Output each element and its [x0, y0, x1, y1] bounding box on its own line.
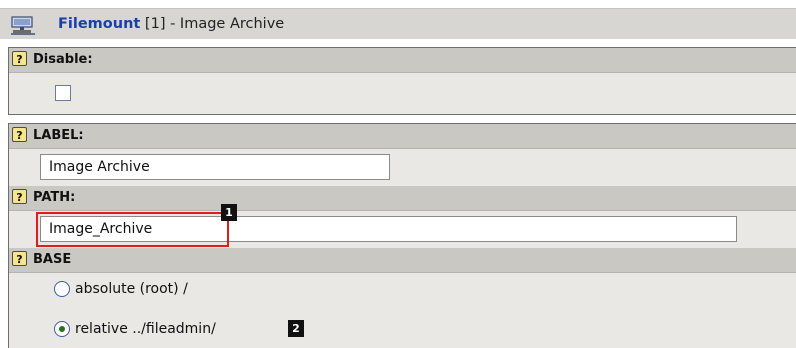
help-icon[interactable]: ?	[12, 251, 27, 266]
marker-2: 2	[288, 320, 304, 337]
record-type-link[interactable]: Filemount	[58, 16, 140, 32]
help-icon[interactable]: ?	[12, 189, 27, 204]
base-option-relative-label[interactable]: relative ../fileadmin/	[75, 320, 216, 338]
disable-label: Disable:	[33, 52, 93, 67]
base-radio-absolute[interactable]	[54, 281, 70, 297]
record-title: Filemount [1] - Image Archive	[58, 15, 284, 33]
path-label-row: ? PATH:	[9, 186, 796, 211]
disable-panel: ? Disable:	[8, 47, 796, 115]
help-icon[interactable]: ?	[12, 127, 27, 142]
help-icon[interactable]: ?	[12, 51, 27, 66]
base-radio-relative[interactable]	[54, 321, 70, 337]
marker-1: 1	[221, 204, 237, 221]
label-field-label: LABEL:	[33, 128, 84, 143]
path-highlight-box	[36, 212, 229, 247]
disable-checkbox[interactable]	[55, 85, 71, 101]
filemount-fields-panel: ? LABEL: Image Archive ? PATH: Image_Arc…	[8, 123, 796, 348]
disable-label-row: ? Disable:	[9, 48, 796, 73]
base-label-row: ? BASE	[9, 248, 796, 273]
filemount-icon	[11, 16, 35, 35]
base-option-absolute-label[interactable]: absolute (root) /	[75, 280, 188, 298]
path-field-label: PATH:	[33, 190, 76, 205]
base-field-label: BASE	[33, 252, 72, 267]
record-title-suffix: [1] - Image Archive	[140, 16, 285, 32]
record-header: Filemount [1] - Image Archive	[0, 8, 796, 39]
label-label-row: ? LABEL:	[9, 124, 796, 149]
label-input[interactable]: Image Archive	[40, 154, 390, 180]
